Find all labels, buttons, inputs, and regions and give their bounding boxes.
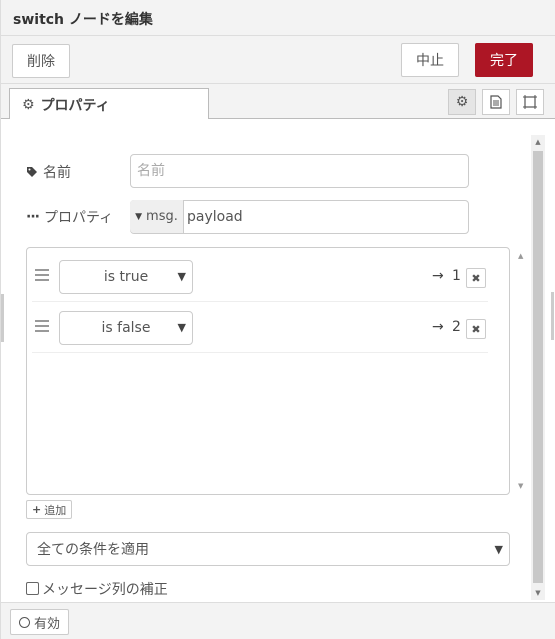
rule-output-number: 1 xyxy=(452,268,461,284)
drag-handle-icon[interactable] xyxy=(35,269,49,284)
description-tab-button[interactable] xyxy=(482,89,510,115)
chevron-down-icon: ▼ xyxy=(494,543,503,556)
edit-tray: switch ノードを編集 削除 中止 完了 ⚙ プロパティ ⚙ 名前 ··· … xyxy=(0,0,555,639)
settings-tab-button[interactable]: ⚙ xyxy=(448,89,476,115)
scroll-down-icon[interactable]: ▼ xyxy=(531,586,545,600)
right-resize-handle[interactable] xyxy=(551,292,554,340)
document-icon xyxy=(490,95,502,109)
tag-icon xyxy=(27,167,37,177)
property-type-label: msg. xyxy=(146,209,178,224)
tab-bar: ⚙ プロパティ ⚙ xyxy=(1,84,555,120)
name-input[interactable] xyxy=(130,154,469,188)
remove-rule-button[interactable]: ✖ xyxy=(466,319,486,339)
chevron-down-icon: ▼ xyxy=(177,321,186,334)
name-label: 名前 xyxy=(43,165,71,181)
tab-properties[interactable]: ⚙ プロパティ xyxy=(9,88,209,120)
enabled-toggle-button[interactable]: 有効 xyxy=(10,609,70,635)
property-label-row: ··· プロパティ xyxy=(26,207,113,227)
dialog-title: switch ノードを編集 xyxy=(1,0,555,36)
rule-operator-value: is false xyxy=(101,320,151,336)
recreate-sequences-checkbox[interactable] xyxy=(26,582,39,595)
rule-operator-select[interactable]: is false ▼ xyxy=(59,311,193,345)
left-resize-handle[interactable] xyxy=(1,294,4,342)
tray-footer: 有効 xyxy=(1,602,555,639)
scroll-up-icon[interactable]: ▲ xyxy=(531,135,545,149)
property-value: payload xyxy=(187,209,243,225)
add-rule-button[interactable]: + 追加 xyxy=(26,500,73,519)
gear-icon: ⚙ xyxy=(22,96,35,113)
check-mode-select[interactable]: 全ての条件を適用 ▼ xyxy=(26,532,510,566)
cancel-button[interactable]: 中止 xyxy=(401,43,459,77)
scrollbar-thumb[interactable] xyxy=(533,151,543,583)
circle-icon xyxy=(19,616,30,628)
tray-toolbar: 削除 中止 完了 xyxy=(1,36,555,84)
property-type-selector[interactable]: ▼ msg. xyxy=(130,200,184,233)
name-label-row: 名前 xyxy=(26,162,71,182)
remove-rule-button[interactable]: ✖ xyxy=(466,268,486,288)
delete-button[interactable]: 削除 xyxy=(12,44,70,78)
recreate-sequences-label: メッセージ列の補正 xyxy=(42,582,168,598)
drag-handle-icon[interactable] xyxy=(35,320,49,335)
check-mode-value: 全ての条件を適用 xyxy=(37,542,149,558)
rule-operator-select[interactable]: is true ▼ xyxy=(59,260,193,294)
tab-properties-label: プロパティ xyxy=(40,97,110,114)
rule-output-number: 2 xyxy=(452,319,461,335)
frame-icon xyxy=(523,95,537,109)
close-icon: ✖ xyxy=(471,271,481,285)
panel-scrollbar[interactable]: ▲ ▼ xyxy=(531,135,545,600)
appearance-tab-button[interactable] xyxy=(516,89,544,115)
plus-icon: + xyxy=(32,503,42,516)
rule-row: is true ▼ → 1 ✖ xyxy=(32,251,488,302)
caret-down-icon: ▼ xyxy=(135,211,143,222)
rules-list: is true ▼ → 1 ✖ is false ▼ → 2 ✖ ▲ ▼ xyxy=(26,247,523,495)
output-arrow: → xyxy=(432,268,444,284)
add-rule-label: 追加 xyxy=(44,503,67,517)
rule-operator-value: is true xyxy=(103,269,149,285)
output-arrow: → xyxy=(432,319,444,335)
enabled-label: 有効 xyxy=(34,616,61,632)
rules-list-scrollbar[interactable]: ▲ ▼ xyxy=(515,250,531,492)
gear-icon: ⚙ xyxy=(455,94,469,110)
done-button[interactable]: 完了 xyxy=(475,43,533,77)
rule-row: is false ▼ → 2 ✖ xyxy=(32,302,488,353)
ellipsis-icon: ··· xyxy=(26,209,40,225)
property-label: プロパティ xyxy=(43,210,114,226)
chevron-down-icon: ▼ xyxy=(177,270,186,283)
scroll-down-icon[interactable]: ▼ xyxy=(518,482,523,490)
scroll-up-icon[interactable]: ▲ xyxy=(518,252,523,260)
close-icon: ✖ xyxy=(471,322,481,336)
